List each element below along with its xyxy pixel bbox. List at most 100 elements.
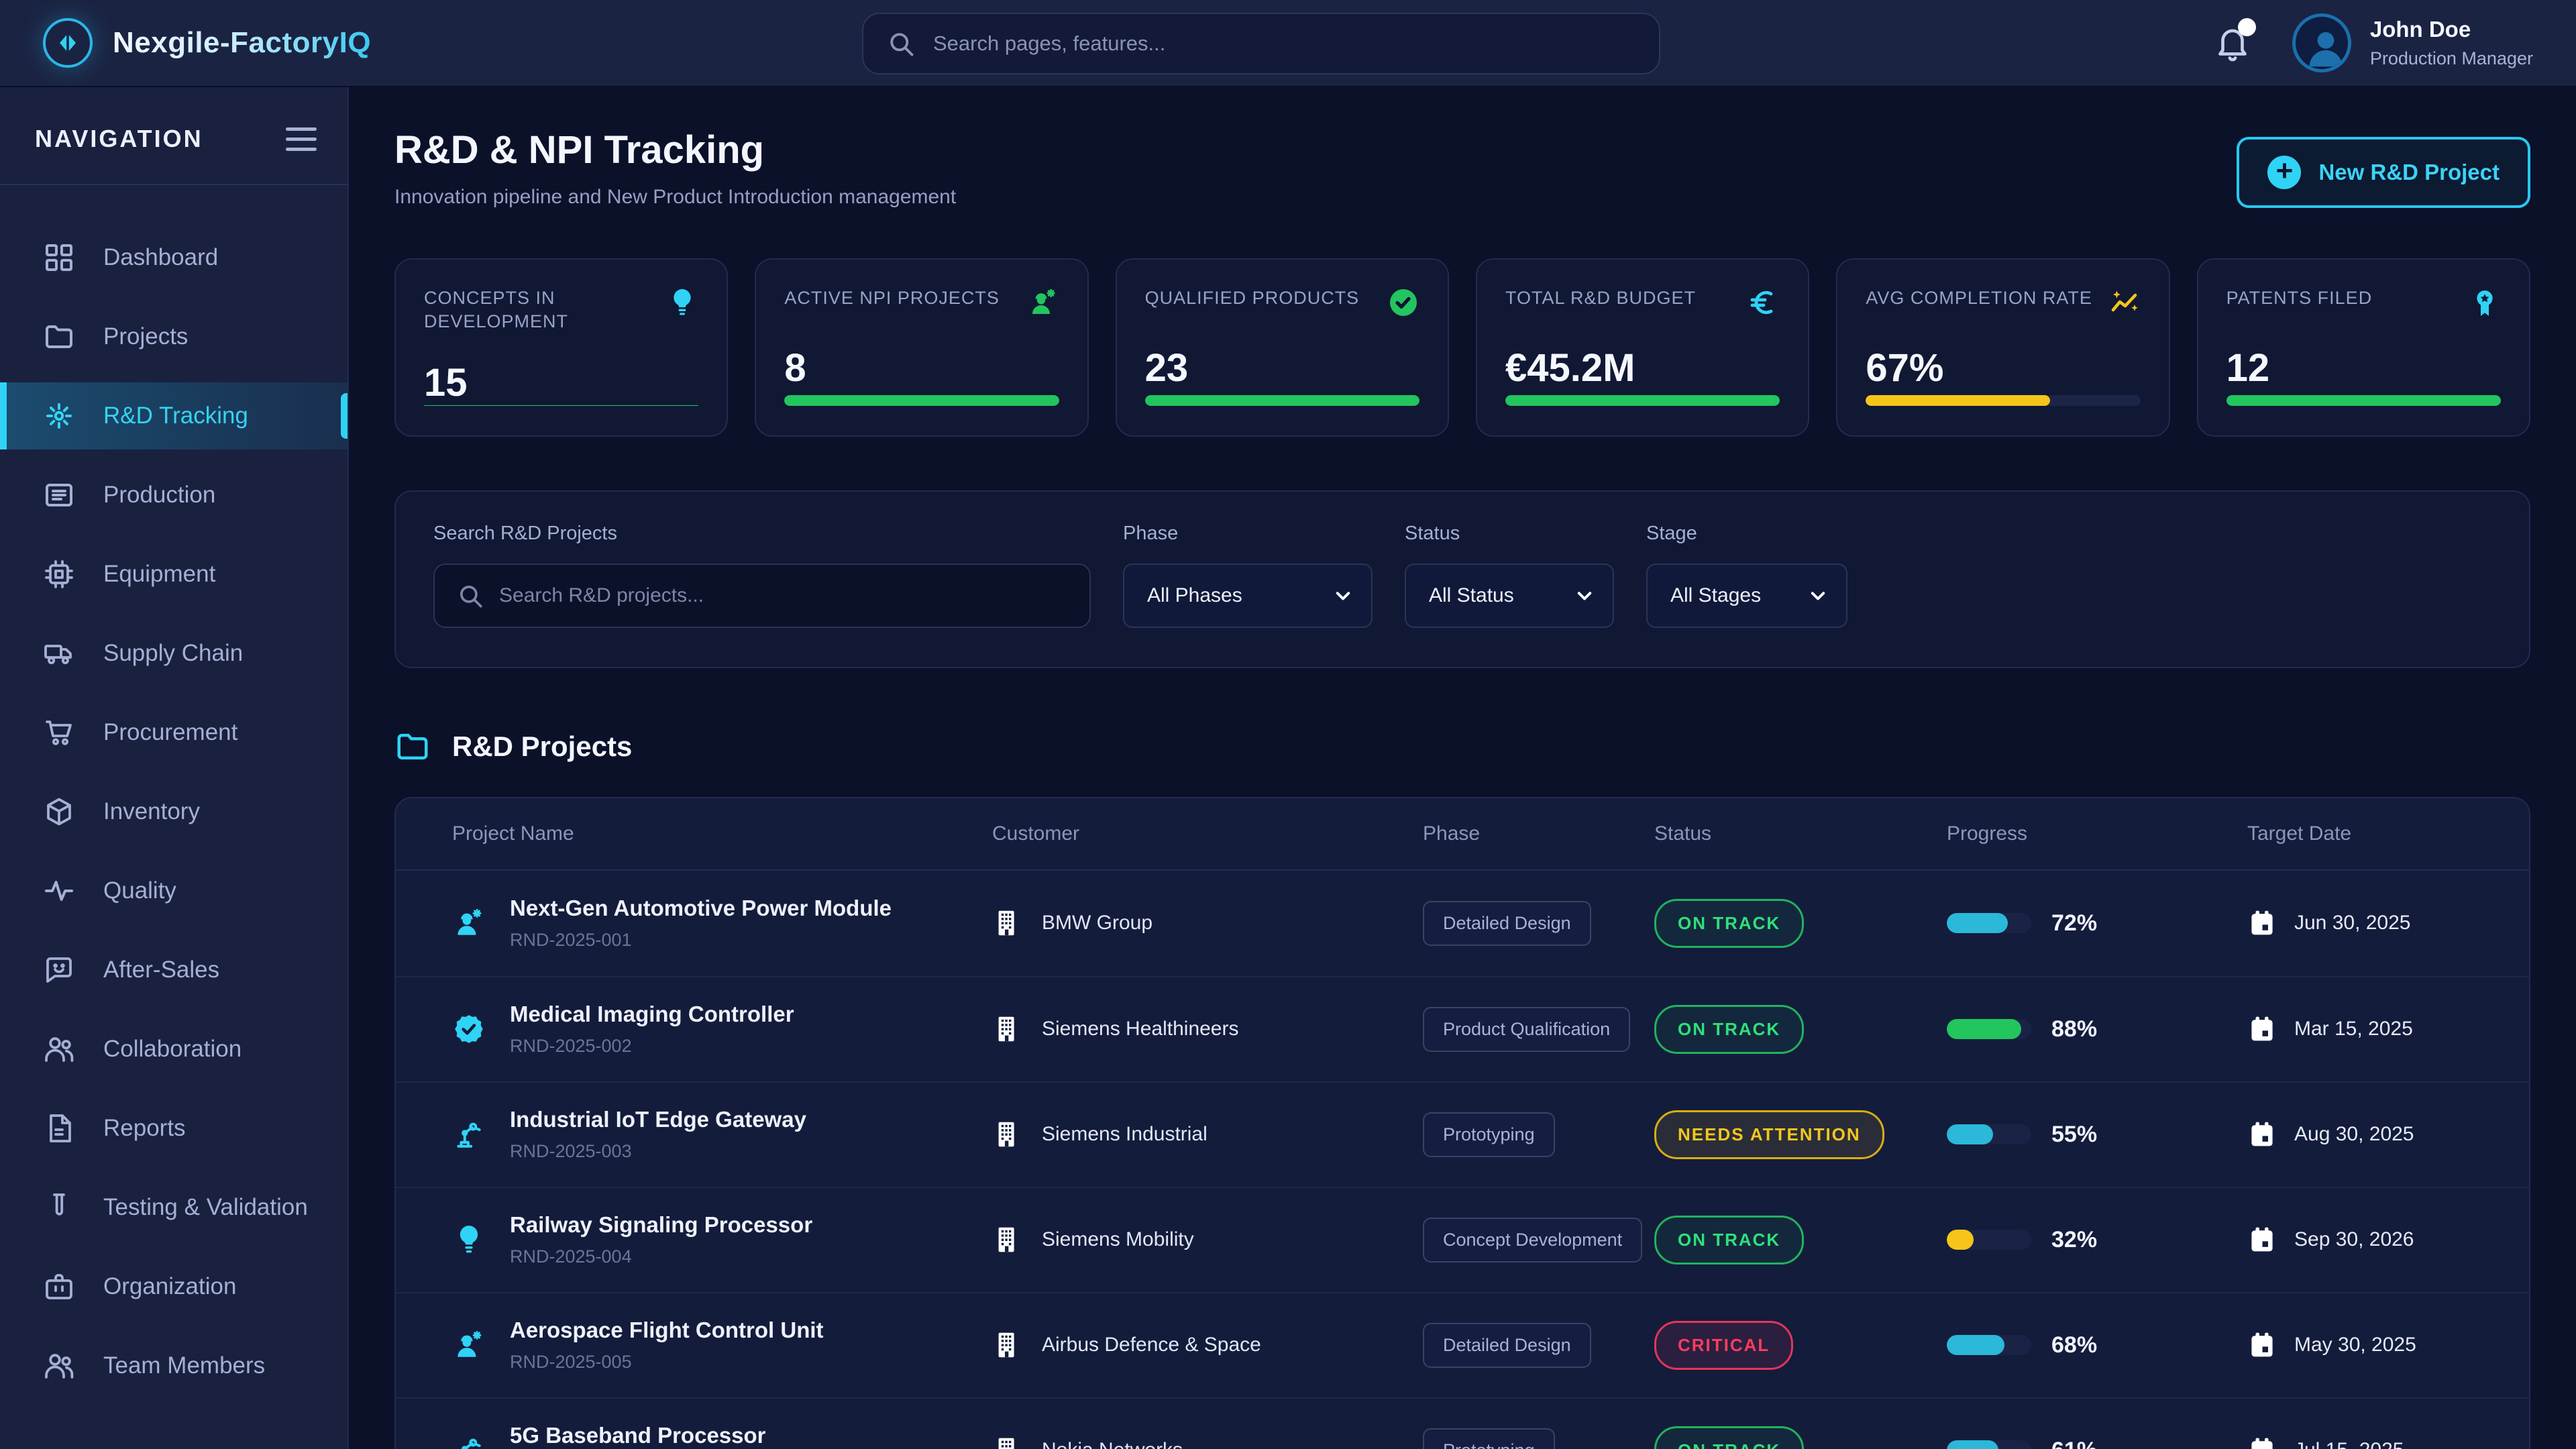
stat-card-avg-completion-rate: AVG COMPLETION RATE 67% bbox=[1836, 258, 2169, 437]
global-search-input[interactable] bbox=[862, 13, 1660, 74]
phase-chip: Detailed Design bbox=[1423, 1323, 1591, 1368]
hamburger-menu-icon[interactable] bbox=[286, 127, 317, 151]
sidebar-item-team-members[interactable]: Team Members bbox=[0, 1332, 347, 1399]
sidebar-item-procurement[interactable]: Procurement bbox=[0, 699, 347, 766]
user-name: John Doe bbox=[2370, 17, 2533, 42]
truck-icon bbox=[43, 637, 75, 669]
sidebar-nav: Dashboard Projects R&D Tracking Producti… bbox=[0, 185, 347, 1399]
sidebar-item-testing-validation[interactable]: Testing & Validation bbox=[0, 1174, 347, 1241]
stat-card-progress-track bbox=[1505, 395, 1780, 406]
sidebar-item-r-d-tracking[interactable]: R&D Tracking bbox=[0, 382, 347, 449]
lightbulb-icon bbox=[452, 1223, 486, 1256]
search-icon bbox=[456, 582, 484, 610]
page-title: R&D & NPI Tracking bbox=[394, 130, 956, 171]
sidebar-item-organization[interactable]: Organization bbox=[0, 1253, 347, 1320]
sidebar-item-label: Team Members bbox=[103, 1352, 265, 1379]
users-icon bbox=[43, 1033, 75, 1065]
progress-track bbox=[1947, 1019, 2031, 1039]
stage-select[interactable]: All Stages bbox=[1646, 564, 1847, 628]
sidebar-item-label: Equipment bbox=[103, 561, 215, 588]
stat-card-concepts-in-development: CONCEPTS IN DEVELOPMENT 15 bbox=[394, 258, 728, 437]
rnd-spark-icon bbox=[43, 400, 75, 432]
sidebar-item-collaboration[interactable]: Collaboration bbox=[0, 1016, 347, 1083]
sidebar-item-label: Collaboration bbox=[103, 1036, 241, 1063]
sidebar-item-reports[interactable]: Reports bbox=[0, 1095, 347, 1162]
notification-bell-icon[interactable] bbox=[2213, 23, 2252, 62]
phase-chip: Prototyping bbox=[1423, 1112, 1555, 1157]
progress-percent: 61% bbox=[2051, 1438, 2097, 1449]
check-circle-icon bbox=[1387, 286, 1419, 319]
test-tube-icon bbox=[43, 1191, 75, 1224]
sidebar-item-after-sales[interactable]: After-Sales bbox=[0, 936, 347, 1004]
table-row[interactable]: Next-Gen Automotive Power Module RND-202… bbox=[396, 871, 2529, 976]
customer-name: Siemens Mobility bbox=[1042, 1228, 1194, 1251]
sidebar-item-dashboard[interactable]: Dashboard bbox=[0, 224, 347, 291]
brand-title: Nexgile-FactoryIQ bbox=[113, 26, 371, 60]
project-name: Medical Imaging Controller bbox=[510, 1002, 794, 1027]
table-row[interactable]: Aerospace Flight Control Unit RND-2025-0… bbox=[396, 1292, 2529, 1397]
notification-unread-dot bbox=[2238, 18, 2256, 36]
col-status: Status bbox=[1654, 822, 1947, 845]
progress-fill bbox=[1947, 1019, 2021, 1039]
sidebar-item-equipment[interactable]: Equipment bbox=[0, 541, 347, 608]
stat-card-label: TOTAL R&D BUDGET bbox=[1505, 286, 1696, 310]
sidebar-item-quality[interactable]: Quality bbox=[0, 857, 347, 924]
pulse-icon bbox=[43, 875, 75, 907]
calendar-icon bbox=[2247, 908, 2277, 938]
stat-card-progress-fill bbox=[424, 405, 698, 406]
global-search bbox=[862, 13, 1660, 74]
table-row[interactable]: Railway Signaling Processor RND-2025-004… bbox=[396, 1187, 2529, 1292]
folder-icon bbox=[43, 321, 75, 353]
sidebar-item-production[interactable]: Production bbox=[0, 462, 347, 529]
kpi-cards: CONCEPTS IN DEVELOPMENT 15 ACTIVE NPI PR… bbox=[394, 258, 2530, 437]
main-content: R&D & NPI Tracking Innovation pipeline a… bbox=[349, 87, 2576, 1449]
progress-track bbox=[1947, 1335, 2031, 1355]
status-badge: ON TRACK bbox=[1654, 1005, 1804, 1054]
sidebar-item-inventory[interactable]: Inventory bbox=[0, 778, 347, 845]
table-row[interactable]: Medical Imaging Controller RND-2025-002 … bbox=[396, 976, 2529, 1081]
euro-icon bbox=[1748, 286, 1780, 319]
progress-fill bbox=[1947, 1440, 1998, 1449]
page-subtitle: Innovation pipeline and New Product Intr… bbox=[394, 186, 956, 209]
project-code: RND-2025-004 bbox=[510, 1246, 812, 1267]
sidebar-item-projects[interactable]: Projects bbox=[0, 303, 347, 370]
projects-section-title: R&D Projects bbox=[452, 731, 632, 763]
project-search-input[interactable] bbox=[433, 564, 1091, 628]
stat-card-progress-track bbox=[1145, 395, 1419, 406]
target-date: Jul 15, 2025 bbox=[2294, 1439, 2404, 1449]
sidebar-item-label: Projects bbox=[103, 323, 188, 350]
status-badge: NEEDS ATTENTION bbox=[1654, 1110, 1884, 1159]
customer-name: Siemens Industrial bbox=[1042, 1123, 1208, 1146]
sidebar-item-supply-chain[interactable]: Supply Chain bbox=[0, 620, 347, 687]
search-icon bbox=[886, 29, 916, 58]
table-row[interactable]: Industrial IoT Edge Gateway RND-2025-003… bbox=[396, 1081, 2529, 1187]
stat-card-progress-fill bbox=[1505, 395, 1780, 406]
stat-card-progress-track bbox=[424, 405, 698, 406]
sidebar-item-label: R&D Tracking bbox=[103, 402, 248, 429]
progress-fill bbox=[1947, 1124, 1993, 1144]
stat-card-value: 15 bbox=[424, 360, 698, 405]
stat-card-label: ACTIVE NPI PROJECTS bbox=[784, 286, 1000, 310]
customer-name: Airbus Defence & Space bbox=[1042, 1334, 1261, 1356]
target-date: Mar 15, 2025 bbox=[2294, 1018, 2413, 1040]
new-rd-project-button[interactable]: + New R&D Project bbox=[2237, 137, 2530, 208]
user-menu[interactable]: John Doe Production Manager bbox=[2292, 13, 2533, 72]
calendar-icon bbox=[2247, 1120, 2277, 1149]
stat-card-label: QUALIFIED PRODUCTS bbox=[1145, 286, 1360, 310]
stat-card-label: AVG COMPLETION RATE bbox=[1866, 286, 2092, 310]
chat-smile-icon bbox=[43, 954, 75, 986]
cube-icon bbox=[43, 796, 75, 828]
target-date: Sep 30, 2026 bbox=[2294, 1228, 2414, 1251]
phase-select[interactable]: All Phases bbox=[1123, 564, 1373, 628]
table-body: Next-Gen Automotive Power Module RND-202… bbox=[396, 871, 2529, 1449]
sidebar: NAVIGATION Dashboard Projects R&D Tracki… bbox=[0, 87, 349, 1449]
engineer-icon bbox=[452, 906, 486, 940]
building-icon bbox=[992, 1224, 1023, 1255]
phase-chip: Detailed Design bbox=[1423, 901, 1591, 946]
table-header: Project Name Customer Phase Status Progr… bbox=[396, 798, 2529, 871]
stat-card-value: 23 bbox=[1145, 345, 1419, 390]
table-row[interactable]: 5G Baseband Processor RND-2025-006 Nokia… bbox=[396, 1397, 2529, 1449]
status-select[interactable]: All Status bbox=[1405, 564, 1614, 628]
stat-card-value: €45.2M bbox=[1505, 345, 1780, 390]
calendar-icon bbox=[2247, 1014, 2277, 1044]
